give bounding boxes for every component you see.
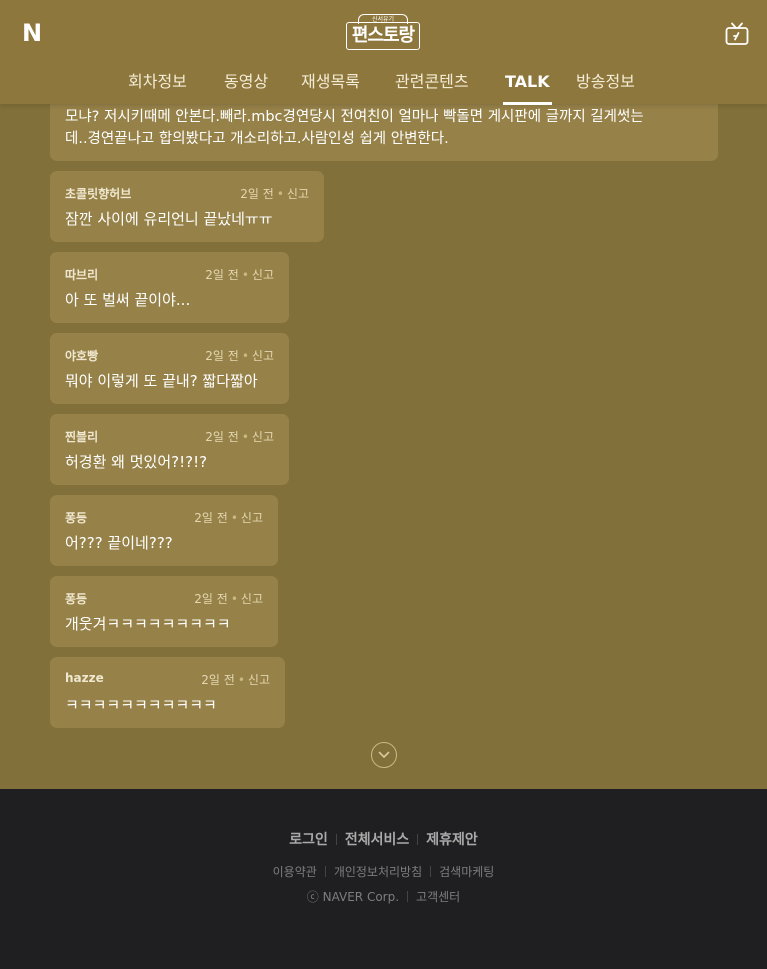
comment-text: 잠깐 사이에 유리언니 끝났네ㅠㅠ [65,210,273,228]
comment-author: 따브리 [65,268,99,282]
tab-broadcast-info[interactable]: 방송정보 [576,70,635,104]
comment-bubble: 퐁등 2일 전 • 신고 개웃겨ㅋㅋㅋㅋㅋㅋㅋㅋㅋ [50,576,278,647]
comment-text: 어??? 끝이네??? [65,534,173,552]
comment-author: 퐁등 [65,592,88,606]
report-link[interactable]: 신고 [287,187,309,201]
comment-author: 퐁등 [65,511,88,525]
comment-bubble: 초콜릿향허브 2일 전 • 신고 잠깐 사이에 유리언니 끝났네ㅠㅠ [50,171,324,242]
show-logo[interactable]: 신서유기 편스토랑 [346,14,420,52]
tab-talk[interactable]: TALK [503,70,552,105]
comment-time: 2일 전 [194,511,228,525]
comment-time: 2일 전 [194,592,228,606]
divider [430,866,432,877]
comment-meta: 2일 전 • 신고 [194,590,263,607]
comment-author: 찐블리 [65,430,99,444]
login-link[interactable]: 로그인 [289,832,328,848]
comment-time: 2일 전 [205,430,239,444]
comment-bubble: 따브리 2일 전 • 신고 아 또 벌써 끝이야... [50,252,289,323]
divider [335,834,337,845]
comment-meta: 2일 전 • 신고 [205,266,274,283]
comment-text: 뭐야 이렇게 또 끝내? 짧다짧아 [65,372,258,390]
footer-secondary-links: 이용약관 개인정보처리방침 검색마케팅 [0,863,767,880]
copyright-text: ⓒ NAVER Corp. [306,890,400,904]
privacy-link[interactable]: 개인정보처리방침 [334,865,422,879]
comment-time: 2일 전 [205,349,239,363]
divider [417,834,419,845]
all-services-link[interactable]: 전체서비스 [345,832,409,848]
comment-meta: 2일 전 • 신고 [205,347,274,364]
comment-author: hazze [65,671,104,685]
comment-bubble: hazze 2일 전 • 신고 ㅋㅋㅋㅋㅋㅋㅋㅋㅋㅋㅋ [50,657,285,728]
dot-separator: • [237,673,245,687]
comment-text: ㅋㅋㅋㅋㅋㅋㅋㅋㅋㅋㅋ [65,696,217,714]
dot-separator: • [276,187,284,201]
footer-primary-links: 로그인 전체서비스 제휴제안 [0,829,767,849]
comment-meta: 2일 전 • 신고 [205,428,274,445]
comment-bubble: 야호빵 2일 전 • 신고 뭐야 이렇게 또 끝내? 짧다짧아 [50,333,289,404]
tab-playlists[interactable]: 재생목록 [301,70,360,104]
terms-link[interactable]: 이용약관 [273,865,317,879]
dot-separator: • [241,349,249,363]
comment-text: 허경환 왜 멋있어?!?!? [65,453,208,471]
report-link[interactable]: 신고 [248,673,270,687]
comment-time: 2일 전 [205,268,239,282]
divider [407,891,409,902]
footer: 로그인 전체서비스 제휴제안 이용약관 개인정보처리방침 검색마케팅 ⓒ NAVER C… [0,789,767,969]
load-more-button[interactable] [371,742,397,768]
comment-text: 개웃겨ㅋㅋㅋㅋㅋㅋㅋㅋㅋ [65,615,231,633]
comment-meta: 2일 전 • 신고 [201,671,270,688]
naver-logo[interactable]: N [20,21,44,45]
help-center-link[interactable]: 고객센터 [416,890,460,904]
header: N 신서유기 편스토랑 회차정보 동영상 재생목록 관련콘텐츠 TALK 방송정… [0,0,767,105]
tab-related-content[interactable]: 관련콘텐츠 [395,70,469,104]
comment-text: 데..경연끝나고 합의봤다고 개소리하고.사람인성 쉽게 안변한다. [65,131,449,147]
comment-time: 2일 전 [201,673,235,687]
comment-text: 아 또 벌써 끝이야... [65,291,191,309]
search-marketing-link[interactable]: 검색마케팅 [439,865,494,879]
chevron-down-icon [378,751,390,758]
comment-meta: 2일 전 • 신고 [240,185,309,202]
report-link[interactable]: 신고 [252,430,274,444]
comment-author: 초콜릿향허브 [65,187,132,201]
report-link[interactable]: 신고 [252,268,274,282]
comment-time: 2일 전 [240,187,274,201]
tab-videos[interactable]: 동영상 [224,70,268,104]
comment-bubble: 퐁등 2일 전 • 신고 어??? 끝이네??? [50,495,278,566]
footer-copyright-row: ⓒ NAVER Corp. 고객센터 [0,888,767,905]
partnership-link[interactable]: 제휴제안 [426,832,478,848]
tab-episode-info[interactable]: 회차정보 [128,70,187,104]
tv-icon[interactable] [725,22,749,46]
dot-separator: • [230,592,238,606]
report-link[interactable]: 신고 [252,349,274,363]
comment-meta: 2일 전 • 신고 [194,509,263,526]
dot-separator: • [230,511,238,525]
dot-separator: • [241,430,249,444]
comment-author: 야호빵 [65,349,99,363]
report-link[interactable]: 신고 [241,592,263,606]
comment-text: 모냐? 저시키때메 안본다.빼라.mbc경연당시 전여친이 얼마나 빡돌면 게시… [65,109,644,125]
tab-navigation: 회차정보 동영상 재생목록 관련콘텐츠 TALK 방송정보 [0,66,767,105]
dot-separator: • [241,268,249,282]
show-logo-title: 편스토랑 [346,22,420,50]
report-link[interactable]: 신고 [241,511,263,525]
comment-bubble: 찐블리 2일 전 • 신고 허경환 왜 멋있어?!?!? [50,414,289,485]
divider [324,866,326,877]
